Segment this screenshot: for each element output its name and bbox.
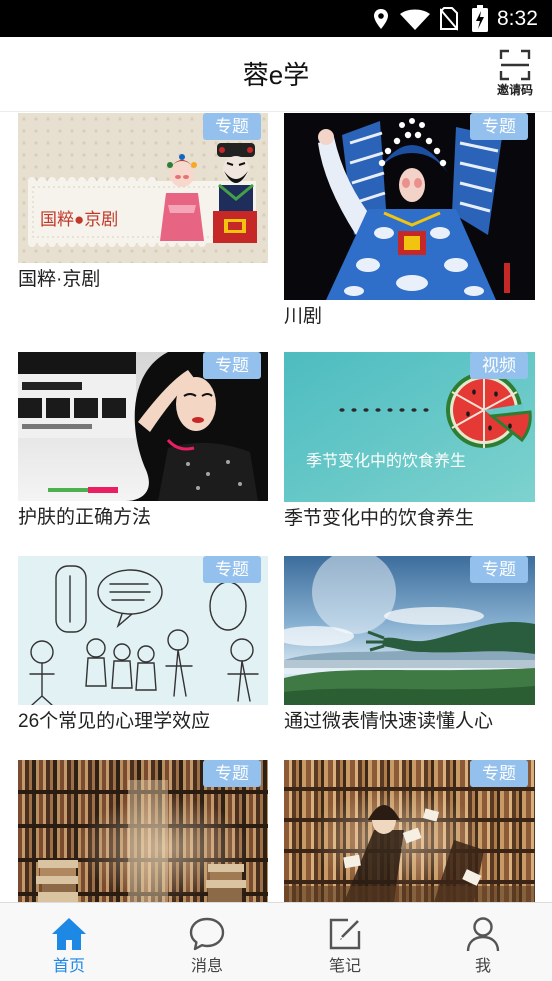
tab-home[interactable]: 首页 xyxy=(0,903,138,981)
card-title: 26个常见的心理学效应 xyxy=(18,711,211,732)
course-card[interactable]: 国粹●京剧 专题 国粹·京剧 xyxy=(18,113,268,292)
card-badge: 专题 xyxy=(203,113,261,140)
course-card[interactable]: 专题 xyxy=(284,760,535,902)
status-time: 8:32 xyxy=(497,7,538,30)
card-image: 专题 xyxy=(18,352,268,501)
note-edit-icon xyxy=(329,918,361,950)
card-image: 专题 xyxy=(284,113,535,300)
course-card[interactable]: 专题 xyxy=(18,760,268,902)
status-bar: 8:32 xyxy=(0,0,552,37)
card-image: 国粹●京剧 专题 xyxy=(18,113,268,263)
user-icon xyxy=(466,917,500,952)
wifi-icon xyxy=(400,9,430,30)
app-header: 蓉e学 邀请码 xyxy=(0,37,552,112)
card-image-caption: 季节变化中的饮食养生 xyxy=(306,453,467,470)
card-image: 专题 xyxy=(284,556,535,705)
tab-me[interactable]: 我 xyxy=(414,903,552,981)
invite-code-button[interactable]: 邀请码 xyxy=(493,49,537,101)
card-badge: 专题 xyxy=(203,760,261,787)
invite-code-label: 邀请码 xyxy=(496,83,533,97)
card-badge: 视频 xyxy=(470,352,528,379)
card-title: 川剧 xyxy=(284,306,323,327)
card-badge: 专题 xyxy=(470,556,528,583)
tab-label: 笔记 xyxy=(328,958,361,975)
card-title: 通过微表情快速读懂人心 xyxy=(284,711,494,732)
page-title: 蓉e学 xyxy=(242,60,310,90)
card-title: 国粹·京剧 xyxy=(18,269,101,290)
course-card[interactable]: 专题 川剧 xyxy=(284,113,535,329)
card-title: 季节变化中的饮食养生 xyxy=(284,508,475,529)
tab-notes[interactable]: 笔记 xyxy=(276,903,414,981)
scan-icon xyxy=(499,49,531,81)
tab-label: 首页 xyxy=(52,958,85,975)
location-icon xyxy=(374,9,388,29)
tab-label: 我 xyxy=(474,958,491,975)
course-card[interactable]: 专题 26个常见的心理学效应 xyxy=(18,556,268,734)
card-badge: 专题 xyxy=(203,556,261,583)
no-sim-icon xyxy=(440,7,458,31)
card-title: 护肤的正确方法 xyxy=(18,507,152,528)
tab-label: 消息 xyxy=(190,958,223,975)
card-image: 专题 xyxy=(18,760,268,902)
course-card[interactable]: 专题 护肤的正确方法 xyxy=(18,352,268,530)
card-badge: 专题 xyxy=(203,352,261,379)
card-image: 专题 xyxy=(18,556,268,705)
app-screen: 8:32 蓉e学 邀请码 国粹●京剧 专题 国粹·京剧 专题 川剧 专题 护肤的… xyxy=(0,0,552,981)
card-badge: 专题 xyxy=(470,113,528,140)
course-card[interactable]: 季节变化中的饮食养生 视频 季节变化中的饮食养生 xyxy=(284,352,535,531)
home-icon xyxy=(52,918,86,950)
tab-messages[interactable]: 消息 xyxy=(138,903,276,981)
card-badge: 专题 xyxy=(470,760,528,787)
battery-charging-icon xyxy=(472,5,488,32)
sichuan-opera-image xyxy=(284,113,535,300)
card-image-caption: 国粹●京剧 xyxy=(40,210,119,229)
chat-icon xyxy=(189,917,225,951)
course-card[interactable]: 专题 通过微表情快速读懂人心 xyxy=(284,556,535,734)
card-image: 季节变化中的饮食养生 视频 xyxy=(284,352,535,502)
bottom-tab-bar: 首页 消息 笔记 我 xyxy=(0,902,552,981)
card-image: 专题 xyxy=(284,760,535,902)
